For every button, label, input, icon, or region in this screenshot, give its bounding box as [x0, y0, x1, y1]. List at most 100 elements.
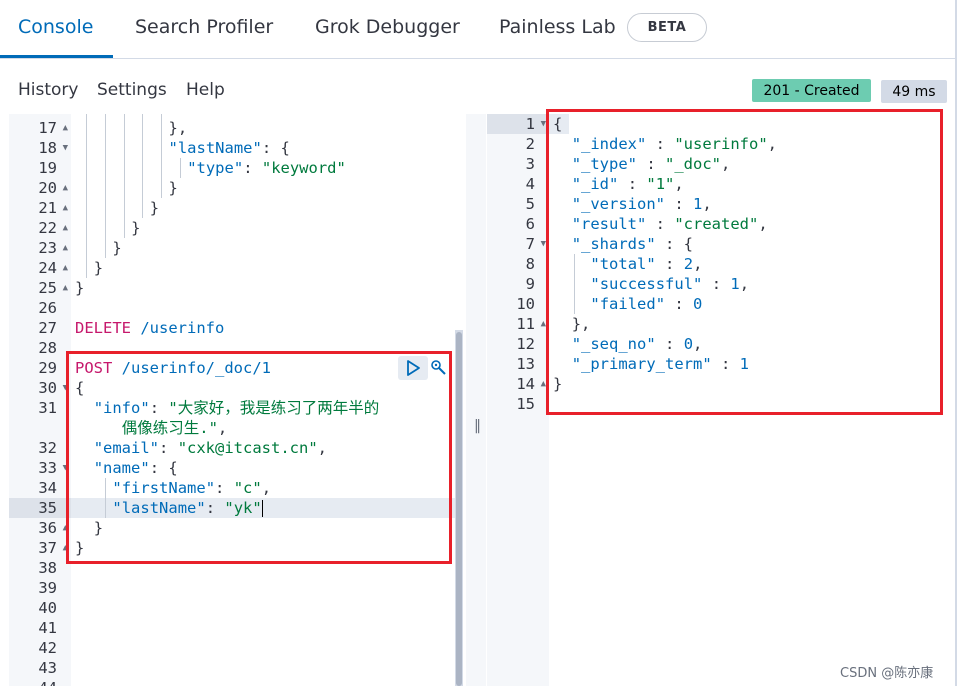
code-token: "successful" — [590, 275, 703, 293]
code-token: "1" — [646, 175, 675, 193]
code-token: : — [149, 399, 169, 417]
indent-guide — [105, 478, 107, 518]
line-number: 9 — [525, 275, 535, 293]
code-line: } — [75, 538, 84, 558]
code-token: "result" — [571, 215, 647, 233]
code-line: } — [553, 374, 562, 394]
code-line: } — [75, 178, 178, 198]
code-token: "_primary_term" — [571, 355, 712, 373]
fold-arrow-icon[interactable]: ▲ — [63, 258, 68, 278]
gutter-row: 36 ▲ — [9, 518, 71, 538]
pane-splitter[interactable] — [466, 114, 486, 686]
gutter-row: 17 ▲ — [9, 118, 71, 138]
tab-console[interactable]: Console — [18, 16, 93, 38]
line-number: 32 — [38, 439, 57, 457]
fold-arrow-icon[interactable]: ▼ — [63, 138, 68, 158]
gutter-row: 42 — [9, 638, 71, 658]
tab-search-profiler[interactable]: Search Profiler — [135, 16, 273, 38]
fold-arrow-icon[interactable]: ▲ — [63, 538, 68, 558]
code-token: 1 — [693, 195, 703, 213]
code-token: : — [205, 499, 225, 517]
code-token: "userinfo" — [674, 135, 768, 153]
gutter-row: 7 ▼ — [487, 234, 549, 254]
code-token: : { — [261, 139, 290, 157]
fold-arrow-icon[interactable]: ▲ — [541, 314, 546, 334]
fold-arrow-icon[interactable]: ▲ — [63, 278, 68, 298]
fold-arrow-icon[interactable]: ▲ — [63, 518, 68, 538]
wrench-icon[interactable] — [430, 359, 448, 377]
fold-arrow-icon[interactable]: ▲ — [63, 178, 68, 198]
line-number: 6 — [525, 215, 535, 233]
line-number: 13 — [516, 355, 535, 373]
fold-arrow-icon[interactable]: ▼ — [541, 114, 546, 134]
code-token: : — [646, 215, 675, 233]
indent-guide — [123, 114, 125, 238]
fold-arrow-icon[interactable]: ▼ — [63, 378, 68, 398]
gutter-row: 20 ▲ — [9, 178, 71, 198]
code-token: { — [553, 115, 563, 133]
line-number: 10 — [516, 295, 535, 313]
line-number: 1 — [525, 115, 535, 133]
line-number: 8 — [525, 255, 535, 273]
code-line: "_version" : 1, — [553, 194, 712, 214]
gutter-row: 9 — [487, 274, 549, 294]
line-number: 14 — [516, 375, 535, 393]
code-line: "_seq_no" : 0, — [553, 334, 703, 354]
indent-guide — [179, 158, 181, 178]
code-token: 0 — [683, 335, 694, 353]
code-token: : — [655, 255, 684, 273]
code-token: } — [168, 119, 178, 137]
gutter-row: 23 ▲ — [9, 238, 71, 258]
fold-arrow-icon[interactable]: ▲ — [541, 374, 546, 394]
gutter-row: 29 — [9, 358, 71, 378]
code-line: "_type" : "_doc", — [553, 154, 731, 174]
code-token: "keyword" — [261, 159, 346, 177]
fold-arrow-icon[interactable]: ▲ — [63, 238, 68, 258]
code-token: , — [674, 175, 684, 193]
top-tab-bar: Console Search Profiler Grok Debugger Pa… — [0, 0, 957, 59]
watermark: CSDN @陈亦康 — [840, 666, 934, 681]
code-line: "failed" : 0 — [553, 294, 702, 314]
line-number: 28 — [38, 339, 57, 357]
gutter-row: 38 — [9, 558, 71, 578]
gutter-row: 8 — [487, 254, 549, 274]
code-line: } — [75, 278, 84, 298]
fold-arrow-icon[interactable]: ▲ — [63, 198, 68, 218]
gutter-row: 14 ▲ — [487, 374, 549, 394]
fold-arrow-icon[interactable]: ▲ — [63, 118, 68, 138]
gutter-row: 10 — [487, 294, 549, 314]
line-number: 27 — [38, 319, 57, 337]
resize-handle-icon[interactable]: ‖ — [474, 418, 481, 434]
code-token: : — [637, 155, 666, 173]
line-number: 30 — [38, 379, 57, 397]
gutter-row: 30 ▼ — [9, 378, 71, 398]
history-menu[interactable]: History — [18, 80, 78, 100]
fold-arrow-icon[interactable]: ▲ — [63, 218, 68, 238]
tab-grok-debugger[interactable]: Grok Debugger — [315, 16, 460, 38]
code-token: : { — [655, 235, 694, 253]
line-number: 38 — [38, 559, 57, 577]
fold-arrow-icon[interactable]: ▼ — [63, 458, 68, 478]
code-token: "lastName" — [112, 499, 206, 517]
response-editor[interactable]: 1 ▼{2 "_index" : "userinfo", 3 "_type" : "_d… — [487, 114, 955, 686]
code-token: "_doc" — [665, 155, 722, 173]
code-token: } — [168, 179, 178, 197]
line-number: 11 — [516, 315, 535, 333]
code-token: "lastName" — [168, 139, 262, 157]
settings-menu[interactable]: Settings — [97, 80, 167, 100]
text-cursor — [261, 500, 263, 517]
line-number: 31 — [38, 399, 57, 417]
gutter-row: 35 — [9, 498, 71, 518]
code-token: : — [655, 335, 684, 353]
line-number: 4 — [525, 175, 535, 193]
request-scrollbar[interactable] — [456, 332, 462, 686]
fold-arrow-icon[interactable]: ▼ — [541, 234, 546, 254]
help-menu[interactable]: Help — [186, 80, 225, 100]
tab-painless-lab[interactable]: Painless Lab — [499, 16, 616, 38]
code-line: }, — [75, 118, 188, 138]
code-line: POST /userinfo/_doc/1 — [75, 358, 271, 378]
request-editor[interactable]: 17 ▲}, 18 ▼ "lastName": {19 "type": "keyword"… — [9, 114, 461, 686]
line-number: 17 — [38, 119, 57, 137]
play-icon[interactable] — [398, 356, 428, 380]
code-line: }, — [553, 314, 591, 334]
